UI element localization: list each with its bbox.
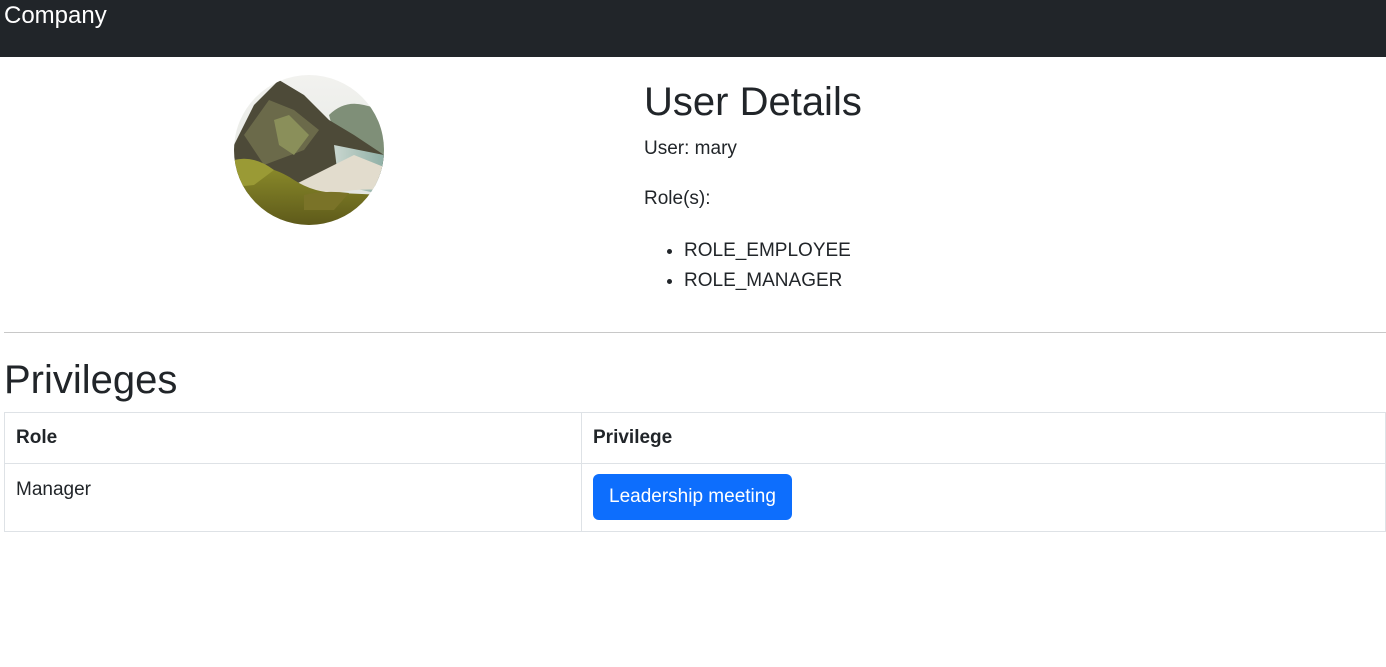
privilege-cell: Leadership meeting: [581, 463, 1386, 532]
column-header-privilege: Privilege: [581, 412, 1386, 464]
landscape-photo-icon: [234, 75, 384, 225]
avatar: [234, 75, 384, 225]
leadership-meeting-button[interactable]: Leadership meeting: [593, 474, 792, 520]
role-cell: Manager: [4, 463, 582, 532]
privileges-table: Role Privilege Manager Leadership meetin…: [4, 412, 1386, 532]
table-row: Manager Leadership meeting: [4, 463, 1386, 532]
table-header-row: Role Privilege: [4, 412, 1386, 464]
user-details-section: User Details User: mary Role(s): ROLE_EM…: [644, 78, 1344, 291]
list-item: ROLE_MANAGER: [684, 266, 851, 296]
roles-label: Role(s):: [644, 188, 711, 209]
role-list: ROLE_EMPLOYEE ROLE_MANAGER: [644, 236, 851, 296]
top-navbar: Company: [0, 0, 1386, 57]
divider: [4, 332, 1386, 333]
brand-link[interactable]: Company: [4, 1, 107, 31]
user-details-heading: User Details: [644, 80, 862, 124]
column-header-role: Role: [4, 412, 582, 464]
privileges-title: Privileges: [4, 358, 178, 402]
list-item: ROLE_EMPLOYEE: [684, 236, 851, 266]
user-line: User: mary: [644, 138, 737, 159]
